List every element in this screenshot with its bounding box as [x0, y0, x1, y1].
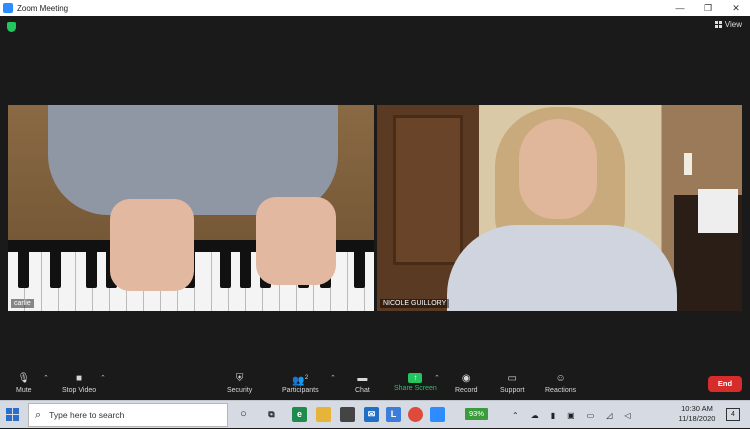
- tray-battery-icon[interactable]: ▭: [587, 411, 595, 420]
- restore-button[interactable]: ❐: [694, 0, 722, 16]
- video-cabinet: [393, 115, 463, 265]
- minimize-button[interactable]: —: [666, 0, 694, 16]
- mail-icon[interactable]: ✉: [364, 407, 379, 422]
- right-hand: [256, 197, 336, 285]
- notification-center-icon[interactable]: 4: [726, 408, 740, 421]
- record-label: Record: [455, 387, 478, 394]
- reactions-icon: ☺: [555, 373, 566, 384]
- window-titlebar: Zoom Meeting — ❐ ✕: [0, 0, 750, 16]
- edge-icon[interactable]: e: [292, 407, 307, 422]
- video-person-top: [447, 225, 677, 311]
- share-options-caret[interactable]: ⌃: [434, 374, 440, 382]
- reactions-button[interactable]: ☺ Reactions: [545, 372, 576, 394]
- mute-label: Mute: [16, 387, 32, 394]
- close-button[interactable]: ✕: [722, 0, 750, 16]
- video-tile-carlie[interactable]: carlie: [8, 105, 374, 311]
- video-person-face: [519, 119, 597, 219]
- zoom-app-icon: [3, 3, 13, 13]
- left-hand: [110, 199, 194, 291]
- zoom-taskbar-icon[interactable]: [430, 407, 445, 422]
- tray-mic-icon[interactable]: ▮: [551, 411, 555, 420]
- mute-button[interactable]: 🎙 Mute: [16, 372, 32, 394]
- participants-options-caret[interactable]: ⌃: [330, 374, 336, 382]
- grid-icon: [714, 21, 722, 28]
- support-label: Support: [500, 387, 525, 394]
- windows-taskbar: ⌕ ○ ⧉ e ✉ L 93% ⌃ ☁ ▮ ▣ ▭ ◿ ◁ 10:30 AM 1…: [0, 400, 750, 428]
- support-icon: ▭: [507, 373, 517, 384]
- participant-name-carlie: carlie: [11, 299, 34, 308]
- taskbar-clock[interactable]: 10:30 AM 11/18/2020: [673, 404, 721, 424]
- end-meeting-button[interactable]: End: [708, 376, 742, 392]
- tray-display-icon[interactable]: ▣: [567, 411, 575, 420]
- view-label: View: [724, 20, 742, 29]
- security-button[interactable]: ⛨ Security: [227, 372, 252, 394]
- participants-label: Participants: [282, 387, 319, 394]
- lock-icon: ⛨: [235, 373, 244, 384]
- tray-cloud-icon[interactable]: ☁: [531, 411, 539, 420]
- clock-time: 10:30 AM: [681, 404, 713, 413]
- tray-network-icon[interactable]: ◿: [606, 411, 612, 420]
- tray-volume-icon[interactable]: ◁: [624, 411, 630, 420]
- black-key: [220, 252, 231, 288]
- reactions-label: Reactions: [545, 387, 577, 394]
- share-screen-label: Share Screen: [394, 385, 437, 392]
- windows-start-icon[interactable]: [6, 408, 20, 422]
- chat-button[interactable]: ▬ Chat: [355, 372, 370, 394]
- meeting-area: View carlie NICOLE GUILLORY: [0, 16, 750, 372]
- taskbar-search[interactable]: ⌕: [28, 403, 228, 427]
- black-key: [50, 252, 61, 288]
- launcher-icon[interactable]: L: [386, 407, 401, 422]
- share-screen-button[interactable]: ↑ Share Screen: [394, 372, 437, 392]
- search-input[interactable]: [49, 410, 220, 420]
- video-sheet-music: [698, 189, 738, 233]
- video-tile-nicole[interactable]: NICOLE GUILLORY: [377, 105, 742, 311]
- black-key: [86, 252, 97, 288]
- stop-video-button[interactable]: ■ Stop Video: [62, 372, 96, 394]
- participant-name-nicole: NICOLE GUILLORY: [380, 299, 450, 308]
- participants-count: 2: [304, 375, 309, 381]
- tray-chevron-icon[interactable]: ⌃: [512, 411, 519, 420]
- participants-button[interactable]: 👥2 Participants: [282, 372, 319, 394]
- people-icon: 👥2: [292, 375, 309, 387]
- chat-icon: ▬: [357, 373, 368, 384]
- video-options-caret[interactable]: ⌃: [100, 374, 106, 382]
- support-button[interactable]: ▭ Support: [500, 372, 525, 394]
- file-explorer-icon[interactable]: [316, 407, 331, 422]
- black-key: [354, 252, 365, 288]
- chrome-icon[interactable]: [408, 407, 423, 422]
- black-key: [18, 252, 29, 288]
- window-title: Zoom Meeting: [17, 3, 69, 13]
- meeting-toolbar: 🎙 Mute ⌃ ■ Stop Video ⌃ ⛨ Security 👥2 Pa…: [0, 372, 750, 400]
- black-key: [240, 252, 251, 288]
- stop-video-label: Stop Video: [62, 387, 97, 394]
- record-button[interactable]: ◉ Record: [455, 372, 478, 394]
- shield-icon[interactable]: [7, 22, 16, 32]
- share-icon: ↑: [408, 373, 423, 383]
- record-icon: ◉: [461, 373, 471, 384]
- video-candle: [684, 153, 692, 175]
- system-tray: ⌃ ☁ ▮ ▣ ▭ ◿ ◁: [512, 401, 631, 429]
- audio-options-caret[interactable]: ⌃: [43, 374, 49, 382]
- mic-icon: 🎙: [17, 373, 31, 384]
- clock-date: 11/18/2020: [678, 414, 716, 423]
- chat-label: Chat: [355, 387, 370, 394]
- store-icon[interactable]: [340, 407, 355, 422]
- task-view-icon[interactable]: ⧉: [264, 407, 279, 422]
- security-label: Security: [227, 387, 253, 394]
- cortana-icon[interactable]: ○: [236, 407, 251, 422]
- battery-indicator[interactable]: 93%: [465, 408, 489, 420]
- search-icon: ⌕: [35, 408, 42, 421]
- view-button[interactable]: View: [714, 20, 742, 29]
- camera-icon: ■: [76, 373, 83, 384]
